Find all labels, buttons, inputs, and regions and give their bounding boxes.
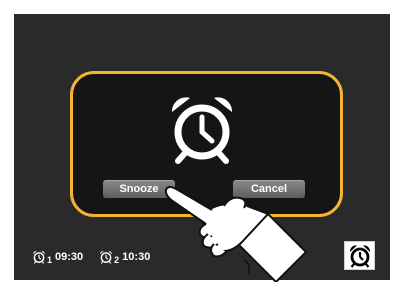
alarm-clock-icon [349, 245, 371, 268]
alarm-clock-icon [33, 251, 45, 264]
alarm-indicator[interactable] [344, 241, 375, 270]
alarm-clock-icon [100, 251, 112, 264]
alarm-status-bar: 1 09:30 2 10:30 [32, 250, 151, 265]
alarm-2-time: 10:30 [122, 251, 151, 263]
pointing-hand-icon [164, 186, 308, 282]
alarm-1-index: 1 [47, 255, 53, 265]
alarm-1-status: 1 09:30 [32, 250, 84, 265]
alarm-2-status: 2 10:30 [99, 250, 151, 265]
alarm-2-index: 2 [114, 255, 120, 265]
alarm-1-time: 09:30 [55, 251, 84, 263]
alarm-clock-icon [171, 97, 233, 164]
